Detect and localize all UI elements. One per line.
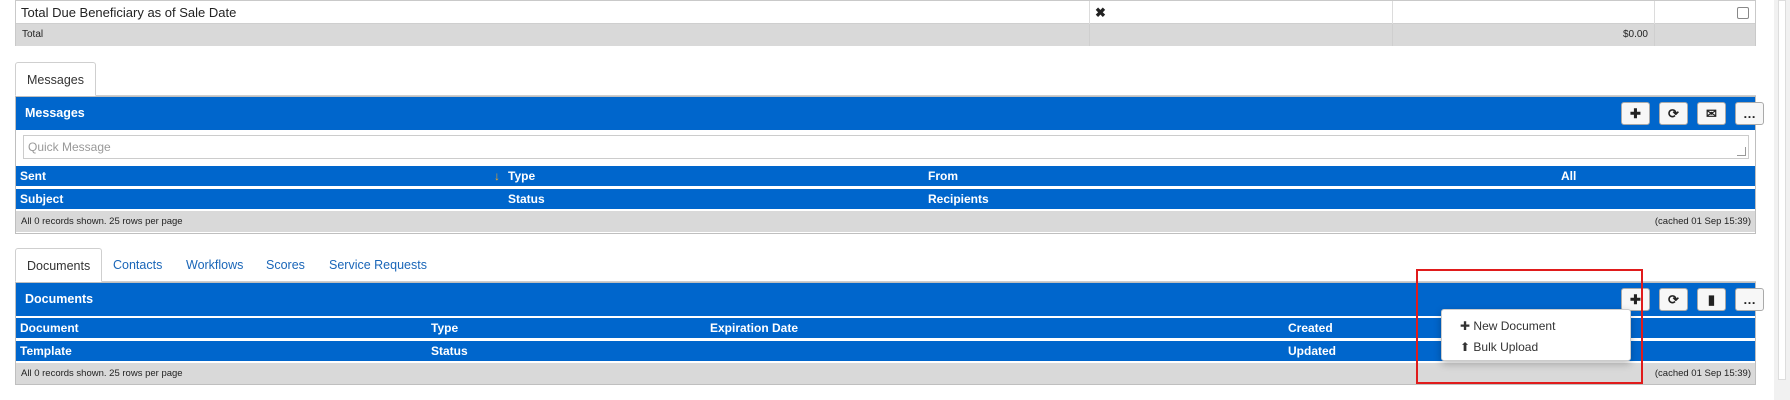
envelope-button[interactable]: ✉ <box>1697 102 1726 125</box>
cache-timestamp: (cached 01 Sep 15:39) <box>1654 216 1751 227</box>
column-status[interactable]: Status <box>508 189 545 210</box>
column-type[interactable]: Type <box>508 166 535 187</box>
total-row: Total $0.00 <box>16 24 1755 46</box>
messages-panel-title: Messages <box>16 97 1755 130</box>
sort-down-icon[interactable]: ↓ <box>494 166 500 187</box>
column-document[interactable]: Document <box>20 318 79 339</box>
messages-footer: All 0 records shown. 25 rows per page (c… <box>16 211 1755 232</box>
column-created[interactable]: Created <box>1288 318 1333 339</box>
table-row: Total Due Beneficiary as of Sale Date ✖ <box>16 1 1755 24</box>
row-label: Total Due Beneficiary as of Sale Date <box>16 1 1090 24</box>
column-all[interactable]: All <box>1561 166 1576 187</box>
total-label: Total <box>16 24 1090 46</box>
column-subject[interactable]: Subject <box>20 189 63 210</box>
cache-timestamp: (cached 01 Sep 15:39) <box>1654 368 1751 379</box>
column-recipients[interactable]: Recipients <box>928 189 989 210</box>
column-updated[interactable]: Updated <box>1288 341 1336 362</box>
tab-documents[interactable]: Documents <box>15 248 103 282</box>
records-summary: All 0 records shown. 25 rows per page <box>21 368 183 379</box>
total-value: $0.00 <box>1393 24 1655 46</box>
scrollbar-thumb[interactable] <box>1778 0 1786 380</box>
more-options-button[interactable]: … <box>1735 288 1764 311</box>
column-sent[interactable]: Sent <box>20 166 46 187</box>
column-header-row: Subject Status Recipients <box>16 188 1755 209</box>
quick-message-input[interactable]: Quick Message <box>23 135 1749 159</box>
file-button[interactable]: ▮ <box>1697 288 1726 311</box>
tab-contacts[interactable]: Contacts <box>102 248 173 282</box>
tab-workflows[interactable]: Workflows <box>175 248 254 282</box>
column-from[interactable]: From <box>928 166 958 187</box>
tab-service-requests[interactable]: Service Requests <box>318 248 438 282</box>
tab-scores[interactable]: Scores <box>255 248 316 282</box>
column-type[interactable]: Type <box>431 318 458 339</box>
table-cell <box>1090 24 1393 46</box>
tab-messages[interactable]: Messages <box>15 62 96 96</box>
records-summary: All 0 records shown. 25 rows per page <box>21 216 183 227</box>
column-header-row: Sent ↓ Type From All <box>16 165 1755 186</box>
refresh-button[interactable]: ⟳ <box>1659 288 1688 311</box>
refresh-button[interactable]: ⟳ <box>1659 102 1688 125</box>
totals-table: Total Due Beneficiary as of Sale Date ✖ … <box>15 0 1756 46</box>
resize-handle[interactable] <box>1737 147 1746 156</box>
add-message-button[interactable]: ✚ <box>1621 102 1650 125</box>
messages-panel: Messages ✚ ⟳ ✉ … Quick Message Sent ↓ Ty… <box>15 96 1764 234</box>
more-options-button[interactable]: … <box>1735 102 1764 125</box>
close-icon[interactable]: ✖ <box>1090 1 1393 24</box>
column-expiration-date[interactable]: Expiration Date <box>710 318 798 339</box>
highlight-box <box>1416 269 1643 384</box>
table-cell <box>1655 1 1755 24</box>
column-template[interactable]: Template <box>20 341 72 362</box>
column-status[interactable]: Status <box>431 341 468 362</box>
table-cell <box>1655 24 1755 46</box>
table-cell <box>1393 1 1655 24</box>
row-checkbox[interactable] <box>1737 7 1749 19</box>
